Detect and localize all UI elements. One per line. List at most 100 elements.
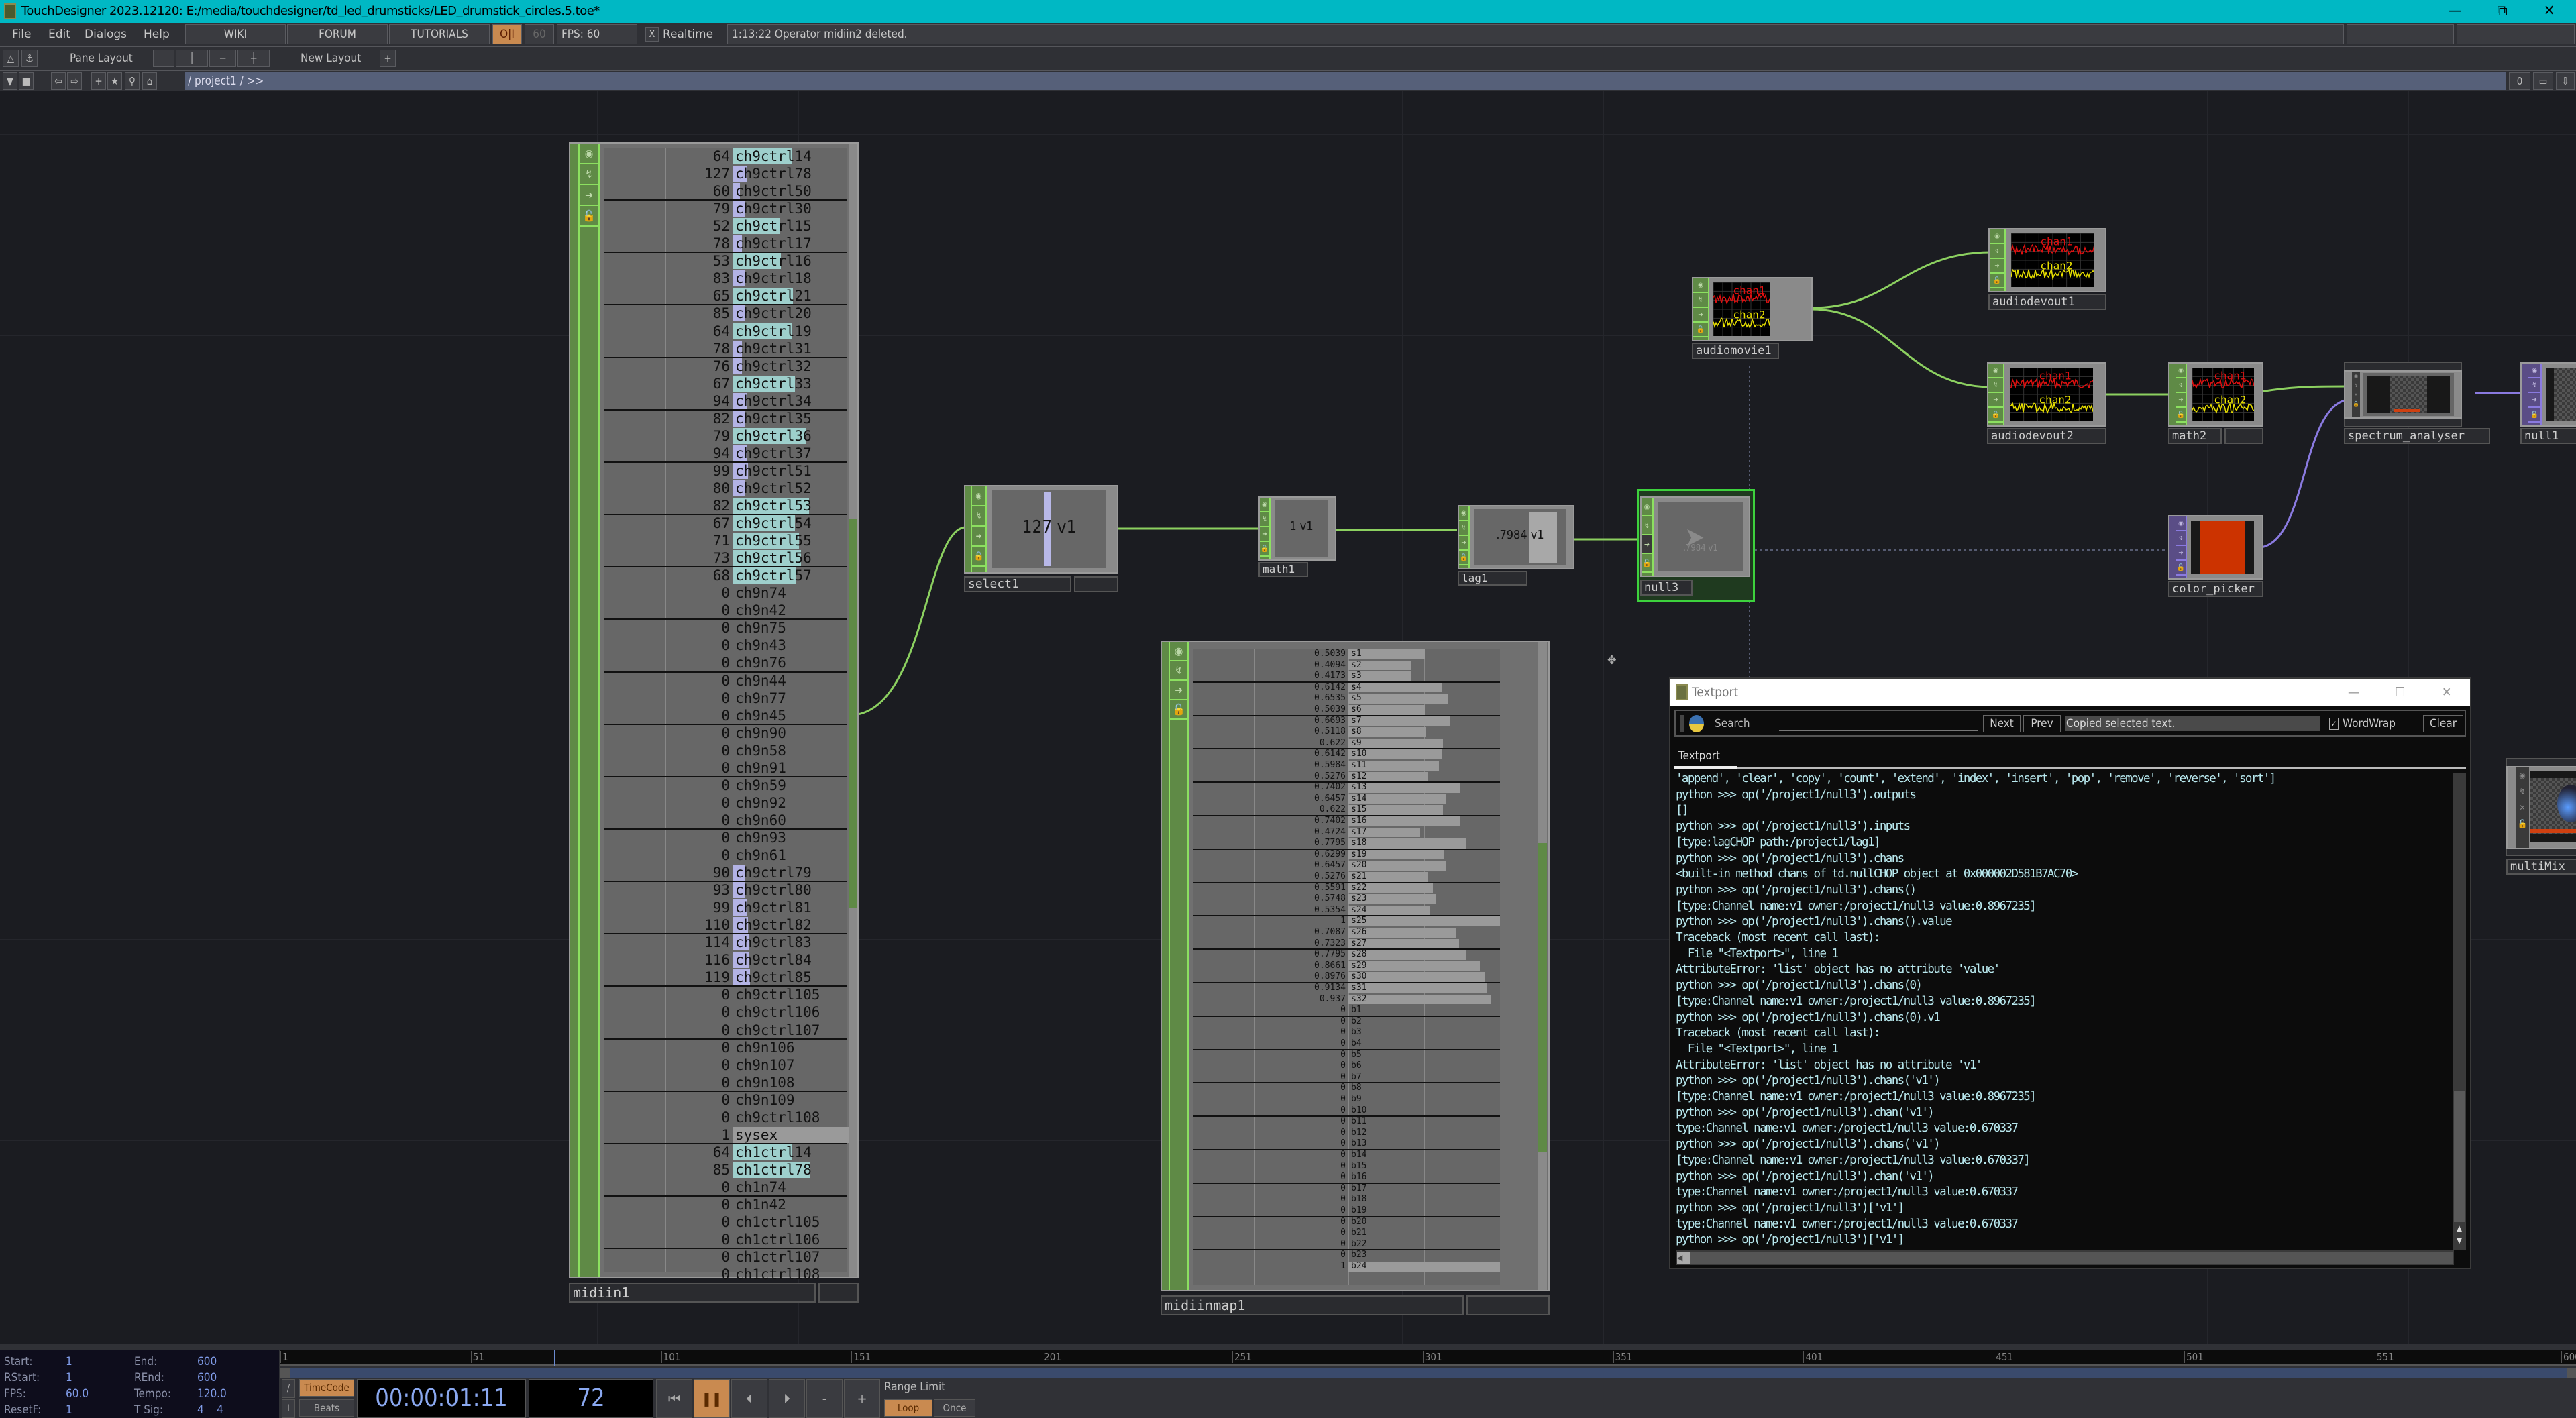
lock-icon[interactable]: 🔓 — [2528, 408, 2540, 423]
tempo-value[interactable]: 120.0 — [197, 1387, 227, 1401]
perform-mode-toggle[interactable]: O|I — [492, 24, 522, 44]
node-label[interactable]: null3 — [1640, 580, 1693, 596]
restore-icon[interactable]: ⧉ — [2482, 0, 2522, 23]
display-icon[interactable]: ➜ — [1988, 393, 2003, 408]
node-audiodevout2[interactable]: ◉ ↯ ➜ 🔓 chan1 chan2 audiodevout2 — [1987, 362, 2106, 445]
tutorials-button[interactable]: TUTORIALS — [389, 24, 490, 44]
viewer-active-icon[interactable]: ◉ — [972, 486, 985, 506]
panel-toggle-icon[interactable]: △ — [3, 50, 19, 67]
node-label[interactable]: audiodevout1 — [1988, 294, 2106, 310]
lock-icon[interactable]: 🔓 — [1990, 274, 2004, 288]
layout-split-vertical-button[interactable]: │ — [176, 50, 208, 67]
comp-flags[interactable]: ◉ ↯ ✕ 🔓 — [2352, 372, 2360, 417]
bypass-icon[interactable]: ↯ — [2528, 378, 2540, 393]
clear-button[interactable]: Clear — [2423, 715, 2463, 732]
node-label[interactable]: audiomovie1 — [1692, 343, 1779, 359]
lock-icon[interactable]: 🔓 — [580, 206, 598, 227]
range-end-handle[interactable] — [2567, 1368, 2576, 1378]
bar-toggle[interactable]: I — [282, 1399, 295, 1418]
node-lag1[interactable]: ◉ ↯ ➜ 🔓 .7984 v1 lag1 — [1458, 505, 1574, 599]
beats-button[interactable]: Beats — [299, 1399, 354, 1417]
step-back-icon[interactable]: ⏴ — [731, 1379, 767, 1418]
textport-window[interactable]: Textport — ☐ ✕ Search Next Prev Copied s… — [1669, 677, 2471, 1269]
menu-file[interactable]: File — [12, 23, 31, 46]
node-label[interactable]: audiodevout2 — [1987, 428, 2106, 444]
node-audiomovie1[interactable]: ◉ ↯ ➜ 🔓 chan1 chan2 audiomovie1 — [1692, 277, 1813, 360]
node-null1[interactable]: ◉ ↯ ➜ 🔓 null1 — [2520, 362, 2576, 445]
lock-icon[interactable]: 🔓 — [2176, 408, 2186, 423]
lock-icon[interactable]: 🔓 — [1459, 551, 1468, 565]
lock-icon[interactable]: 🔓 — [1988, 408, 2003, 423]
lock-icon[interactable]: 🔓 — [1260, 542, 1269, 557]
node-label[interactable]: midiin1 — [569, 1283, 816, 1303]
vertical-scrollbar[interactable]: ▲ ▼ — [2453, 773, 2466, 1250]
fps-value[interactable]: 60.0 — [66, 1387, 89, 1401]
maximize-icon[interactable]: ☐ — [2395, 679, 2405, 706]
viewer-active-icon[interactable]: ◉ — [1459, 506, 1468, 521]
node-audiodevout1[interactable]: ◉ ↯ ➜ 🔓 chan1 chan2 audiodevout1 — [1988, 228, 2106, 311]
viewer-active-icon[interactable]: ◉ — [1170, 642, 1187, 661]
node-midiinmap1[interactable]: ◉ ↯ ➜ 🔓 0.5039 s1 0.4094 s2 0.4173 s3 0.6142 s4… — [1161, 641, 1550, 1315]
close-icon[interactable]: ✕ — [2529, 0, 2569, 23]
display-icon[interactable]: ➜ — [1642, 535, 1652, 554]
display-icon[interactable]: ➜ — [2176, 393, 2186, 408]
forum-button[interactable]: FORUM — [287, 24, 388, 44]
display-icon[interactable]: ➜ — [2528, 393, 2540, 408]
down-arrow-icon[interactable]: ⇩ — [2556, 72, 2575, 90]
viewer-active-icon[interactable]: ◉ — [580, 144, 598, 164]
home-icon[interactable]: ⌂ — [142, 72, 157, 90]
stop-icon[interactable]: ■ — [19, 72, 34, 90]
bypass-icon[interactable]: ↯ — [1642, 516, 1652, 535]
dropdown-icon[interactable]: ▼ — [3, 72, 17, 90]
wordwrap-checkbox[interactable]: ✓ — [2329, 718, 2339, 730]
window-icon[interactable]: ▭ — [2533, 72, 2553, 90]
menu-help[interactable]: Help — [144, 23, 170, 46]
node-label[interactable]: lag1 — [1458, 571, 1527, 586]
node-label[interactable]: null1 — [2520, 428, 2576, 444]
display-icon[interactable]: ➜ — [580, 185, 598, 206]
back-arrow-icon[interactable]: ⇦ — [51, 72, 66, 90]
minimize-icon[interactable]: — — [2348, 679, 2359, 706]
resetf-value[interactable]: 1 — [66, 1403, 72, 1417]
node-math1[interactable]: ◉ ↯ ➜ 🔓 1 v1 math1 — [1258, 496, 1336, 584]
layout-split-horizontal-button[interactable]: ─ — [209, 50, 236, 67]
rewind-icon[interactable]: ⏮ — [656, 1379, 692, 1418]
timecode-display[interactable]: 00:00:01:11 — [357, 1379, 526, 1418]
minus-icon[interactable]: - — [806, 1379, 843, 1418]
rstart-value[interactable]: 1 — [66, 1371, 72, 1384]
display-icon[interactable]: ➜ — [1170, 681, 1187, 700]
anchor-icon[interactable]: ⚓ — [21, 50, 38, 67]
once-button[interactable]: Once — [934, 1399, 975, 1417]
viewer-active-icon[interactable]: ◉ — [1693, 278, 1708, 293]
display-icon[interactable]: ➜ — [1693, 308, 1708, 323]
node-spectrum-analyser[interactable]: ◉ ↯ ✕ 🔓 spectrum_analyser — [2344, 362, 2490, 445]
node-null3[interactable]: ◉ ↯ ➜ 🔓 ➤ .7984 v1 null3 — [1637, 489, 1755, 602]
viewer-active-icon[interactable]: ◉ — [2176, 516, 2186, 531]
minimize-icon[interactable]: — — [2435, 0, 2475, 23]
node-select1[interactable]: ◉ ↯ ➜ 🔓 127 v1 select1 — [964, 485, 1118, 599]
viewer-active-icon[interactable]: ◉ — [1990, 229, 2004, 244]
display-icon[interactable]: ➜ — [972, 527, 985, 547]
timecode-button[interactable]: TimeCode — [299, 1379, 354, 1397]
step-forward-icon[interactable]: ⏵ — [769, 1379, 805, 1418]
forward-arrow-icon[interactable]: ⇨ — [67, 72, 82, 90]
bypass-icon[interactable]: ↯ — [2176, 378, 2186, 393]
node-label[interactable]: color_picker — [2168, 581, 2263, 597]
textport-output[interactable]: 'append', 'clear', 'copy', 'count', 'ext… — [1676, 771, 2454, 1256]
add-layout-button[interactable]: + — [380, 50, 396, 67]
horizontal-scrollbar[interactable]: ◀ — [1676, 1250, 2454, 1265]
home-plus-icon[interactable]: + — [91, 72, 106, 90]
display-icon[interactable]: ➜ — [1459, 536, 1468, 551]
bypass-icon[interactable]: ↯ — [1170, 661, 1187, 681]
lock-icon[interactable]: 🔓 — [1170, 700, 1187, 720]
menu-dialogs[interactable]: Dialogs — [85, 23, 127, 46]
node-multimix[interactable]: ◉ ↯ ✕ 🔓 multiMix — [2506, 758, 2576, 879]
realtime-checkbox[interactable]: X — [645, 27, 659, 42]
lock-icon[interactable]: 🔓 — [2176, 561, 2186, 576]
layout-single-button[interactable] — [153, 50, 174, 67]
textport-title-bar[interactable]: Textport — ☐ ✕ — [1670, 679, 2470, 706]
lock-icon[interactable]: 🔓 — [972, 547, 985, 567]
display-icon[interactable]: ➜ — [1990, 259, 2004, 274]
scroll-left-icon[interactable]: ◀ — [1677, 1252, 1690, 1264]
bypass-icon[interactable]: ↯ — [2176, 531, 2186, 546]
